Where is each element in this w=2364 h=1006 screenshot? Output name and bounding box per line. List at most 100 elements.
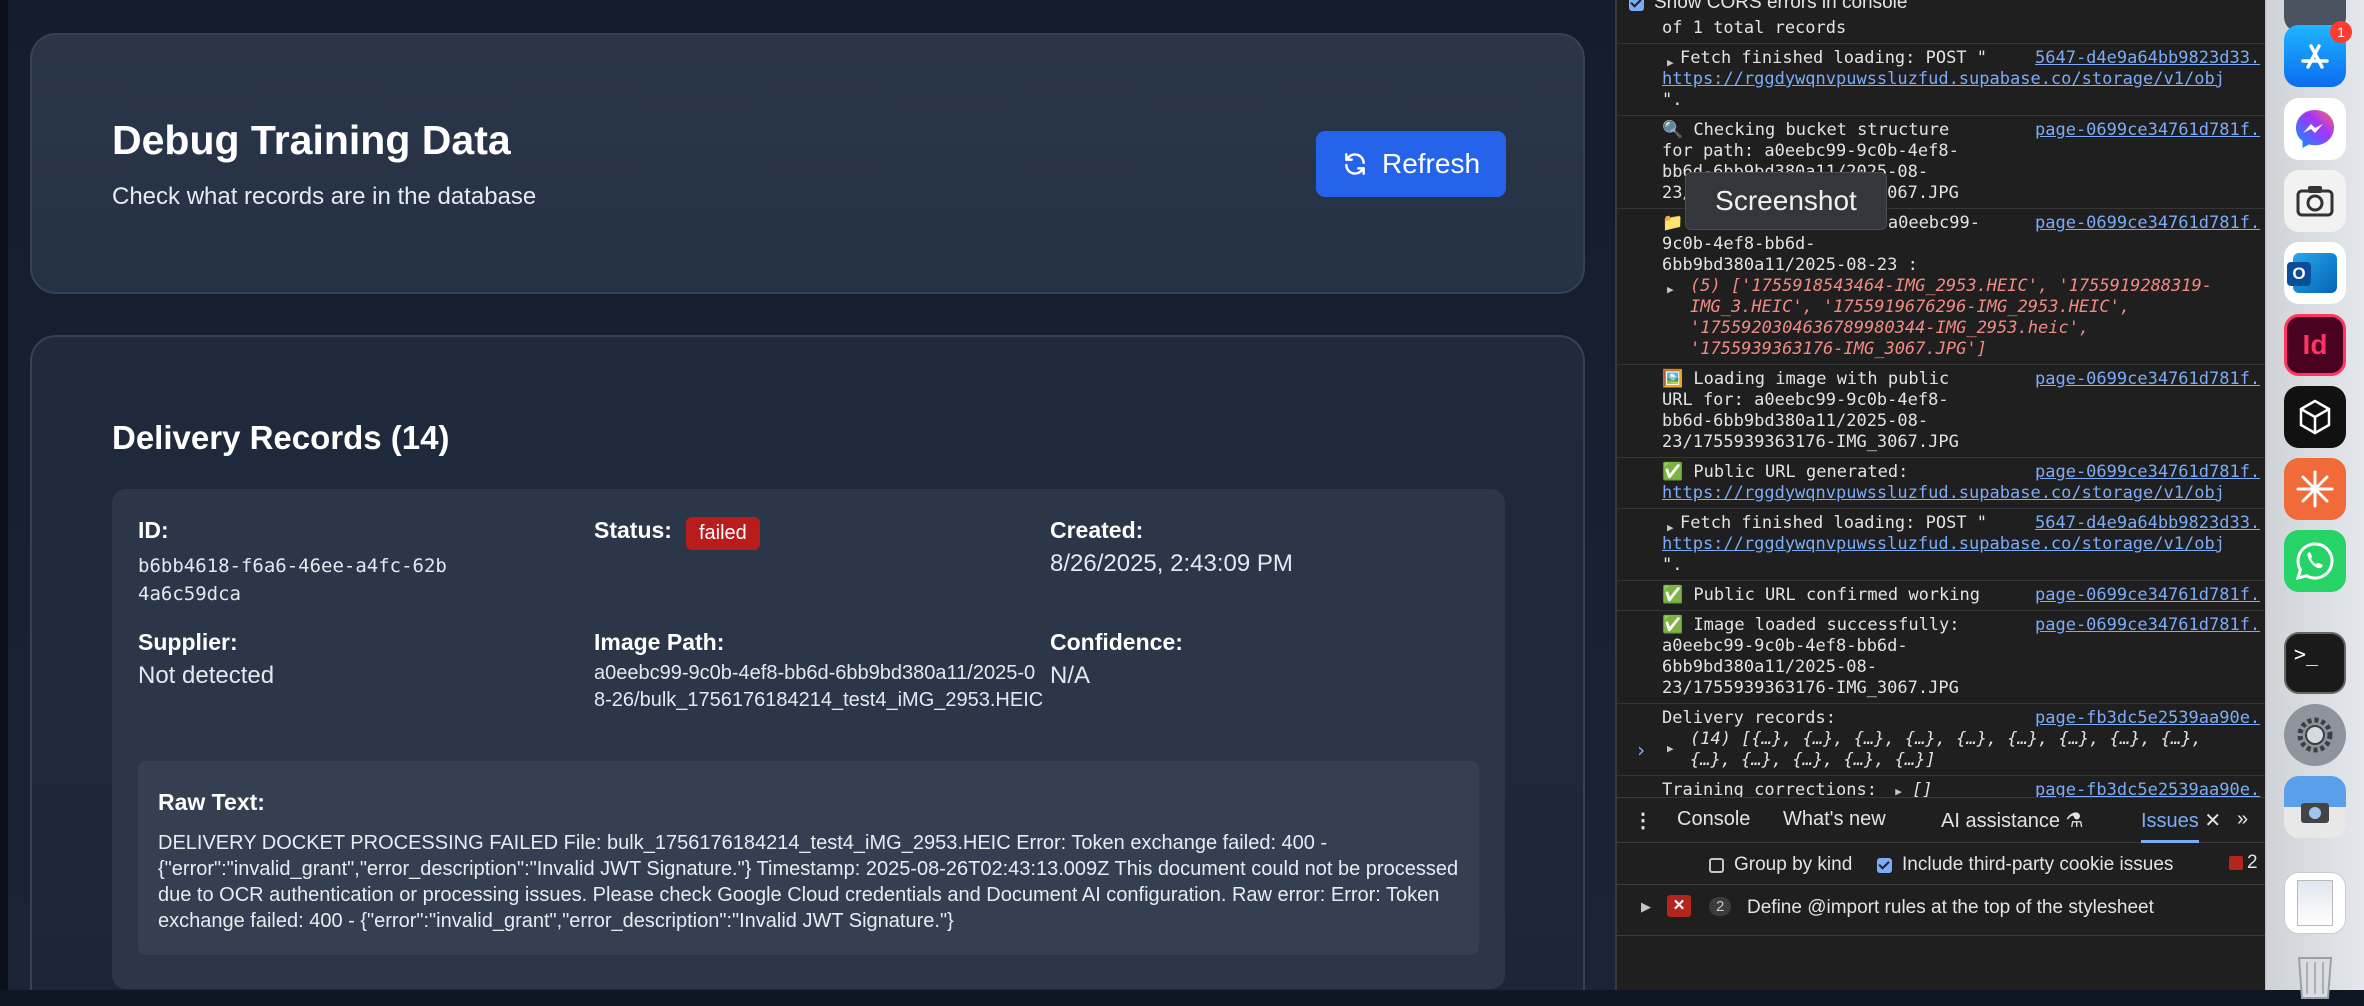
log-text: ".	[1662, 555, 1683, 575]
flask-icon: ⚗	[2065, 810, 2084, 832]
expand-triangle-icon[interactable]: ▶	[1667, 517, 1674, 538]
issues-toolbar: Group by kind Include third-party cookie…	[1617, 842, 2267, 885]
record-item: ID: b6bb4618-f6a6-46ee-a4fc-62b4a6c59dca…	[112, 489, 1505, 989]
whatsapp-icon[interactable]	[2284, 530, 2346, 592]
created-field: Created: 8/26/2025, 2:43:09 PM	[1050, 517, 1293, 578]
log-source-link[interactable]: page-0699ce34761d781f.	[2035, 369, 2267, 390]
log-text: ".	[1662, 90, 1683, 110]
records-card: Delivery Records (14) ID: b6bb4618-f6a6-…	[30, 335, 1585, 990]
log-source-link[interactable]: page-0699ce34761d781f.	[2035, 213, 2267, 234]
raw-text-label: Raw Text:	[158, 789, 265, 815]
chevron-double-right-icon[interactable]: »	[2237, 808, 2248, 831]
app-store-glyph-icon	[2301, 44, 2329, 69]
expand-triangle-icon[interactable]: ▶	[1667, 738, 1674, 759]
app-store-icon[interactable]: 1	[2284, 21, 2352, 87]
log-source-link[interactable]: page-0699ce34761d781f.	[2035, 615, 2267, 636]
tab-console[interactable]: Console	[1677, 808, 1750, 831]
console-entry: ✅ Public URL confirmed working page-0699…	[1617, 581, 2267, 611]
cube-icon	[2299, 399, 2331, 435]
group-by-kind-checkbox[interactable]	[1709, 857, 1724, 873]
raw-text-value: DELIVERY DOCKET PROCESSING FAILED File: …	[158, 832, 1459, 932]
issue-row[interactable]: ▶ ✕ 2 Define @import rules at the top of…	[1617, 885, 2267, 936]
screenshot-app-icon[interactable]	[2284, 170, 2346, 232]
log-source-link[interactable]: page-0699ce34761d781f.	[2035, 462, 2267, 483]
refresh-label: Refresh	[1381, 148, 1481, 179]
console-log: of 1 total records ▶ Fetch finished load…	[1617, 8, 2267, 806]
raw-text-box: Raw Text: DELIVERY DOCKET PROCESSING FAI…	[138, 761, 1479, 955]
supplier-value: Not detected	[138, 662, 275, 689]
header-card: Debug Training Data Check what records a…	[30, 33, 1585, 294]
image-path-value: a0eebc99-9c0b-4ef8-bb6d-6bb9bd380a11/202…	[594, 662, 1044, 711]
more-options-icon[interactable]: ⋮	[1633, 808, 1653, 833]
app-window: Debug Training Data Check what records a…	[0, 0, 1615, 990]
status-label: Status:	[594, 517, 672, 543]
tab-issues[interactable]: Issues ✕	[2141, 808, 2221, 843]
issue-title: Define @import rules at the top of the s…	[1747, 897, 2154, 918]
third-party-option[interactable]: Include third-party cookie issues	[1877, 854, 2173, 876]
indesign-label: Id	[2302, 329, 2328, 360]
status-badge: failed	[685, 517, 760, 551]
cube-app-icon[interactable]	[2284, 386, 2346, 448]
terminal-icon[interactable]: >_	[2284, 632, 2346, 694]
log-array[interactable]: (14) [{…}, {…}, {…}, {…}, {…}, {…}, {…},…	[1662, 729, 2222, 771]
burst-app-icon[interactable]	[2284, 458, 2346, 520]
messenger-glyph-icon	[2296, 110, 2334, 148]
log-url-link[interactable]: https://rggdywqnvpuwssluzfud.supabase.co…	[1662, 483, 2222, 504]
tab-whats-new[interactable]: What's new	[1783, 808, 1886, 831]
image-path-label: Image Path:	[594, 629, 725, 655]
trash-glyph-icon	[2297, 957, 2333, 999]
log-text: ✅ Public URL generated:	[1662, 462, 1909, 482]
console-entry[interactable]: ▶ Fetch finished loading: POST " 5647-d4…	[1617, 509, 2267, 581]
log-source-link[interactable]: 5647-d4e9a64bb9823d33.	[2035, 513, 2267, 534]
refresh-button[interactable]: Refresh	[1316, 131, 1506, 197]
id-label: ID:	[138, 517, 169, 543]
indesign-icon[interactable]: Id	[2284, 314, 2346, 376]
preview-app-icon[interactable]	[2284, 776, 2346, 838]
trash-icon[interactable]	[2284, 944, 2346, 1006]
confidence-field: Confidence: N/A	[1050, 629, 1183, 690]
preview-icon	[2301, 803, 2329, 823]
page-subtitle: Check what records are in the database	[112, 183, 537, 210]
outlook-icon[interactable]: O	[2284, 242, 2346, 304]
outlook-glyph-icon: O	[2287, 253, 2337, 293]
log-url-link[interactable]: https://rggdywqnvpuwssluzfud.supabase.co…	[1662, 534, 2222, 555]
refresh-icon	[1345, 153, 1365, 175]
console-entry[interactable]: ▶ Fetch finished loading: POST " 5647-d4…	[1617, 44, 2267, 116]
log-array[interactable]: (5) ['1755918543464-IMG_2953.HEIC', '175…	[1662, 276, 2222, 360]
log-text: Fetch finished loading: POST "	[1680, 513, 1988, 533]
log-text: of 1 total records	[1662, 18, 1847, 38]
notification-badge: 1	[2330, 21, 2352, 43]
created-label: Created:	[1050, 517, 1144, 543]
close-icon[interactable]: ✕	[2204, 810, 2221, 832]
console-entry: of 1 total records	[1617, 8, 2267, 44]
log-source-link[interactable]: page-0699ce34761d781f.	[2035, 585, 2267, 606]
records-title: Delivery Records (14)	[112, 419, 450, 456]
third-party-label: Include third-party cookie issues	[1902, 854, 2174, 875]
document-glyph-icon	[2297, 880, 2333, 926]
log-url-link[interactable]: https://rggdywqnvpuwssluzfud.supabase.co…	[1662, 69, 2222, 90]
system-settings-icon[interactable]	[2284, 704, 2346, 766]
third-party-checkbox[interactable]	[1877, 857, 1892, 873]
log-text: Fetch finished loading: POST "	[1680, 48, 1988, 68]
document-icon[interactable]	[2284, 872, 2346, 934]
log-text: ✅ Public URL confirmed working	[1662, 585, 1980, 605]
console-entry: ✅ Public URL generated: page-0699ce34761…	[1617, 458, 2267, 509]
tab-ai-assistance[interactable]: AI assistance ⚗	[1941, 808, 2083, 833]
log-source-link[interactable]: page-fb3dc5e2539aa90e.	[2035, 708, 2267, 729]
macos-dock: 1 O Id >_	[2265, 0, 2364, 999]
log-source-link[interactable]: 5647-d4e9a64bb9823d33.	[2035, 48, 2267, 69]
expand-triangle-icon[interactable]: ▶	[1641, 899, 1651, 915]
error-icon	[2229, 856, 2243, 870]
group-by-kind-option[interactable]: Group by kind	[1709, 854, 1852, 876]
devtools-panel: Show CORS errors in console of 1 total r…	[1615, 0, 2267, 990]
expand-triangle-icon[interactable]: ▶	[1667, 52, 1674, 73]
console-entry: ✅ Image loaded successfully: a0eebc99-9c…	[1617, 611, 2267, 704]
log-source-link[interactable]: page-0699ce34761d781f.	[2035, 120, 2267, 141]
messenger-icon[interactable]	[2284, 98, 2346, 160]
terminal-prompt-icon: >_	[2294, 642, 2319, 666]
whatsapp-glyph-icon	[2295, 542, 2334, 581]
console-prompt-icon[interactable]: ›	[1635, 738, 1647, 762]
supplier-label: Supplier:	[138, 629, 238, 655]
expand-triangle-icon[interactable]: ▶	[1667, 279, 1674, 300]
supplier-field: Supplier: Not detected	[138, 629, 274, 690]
